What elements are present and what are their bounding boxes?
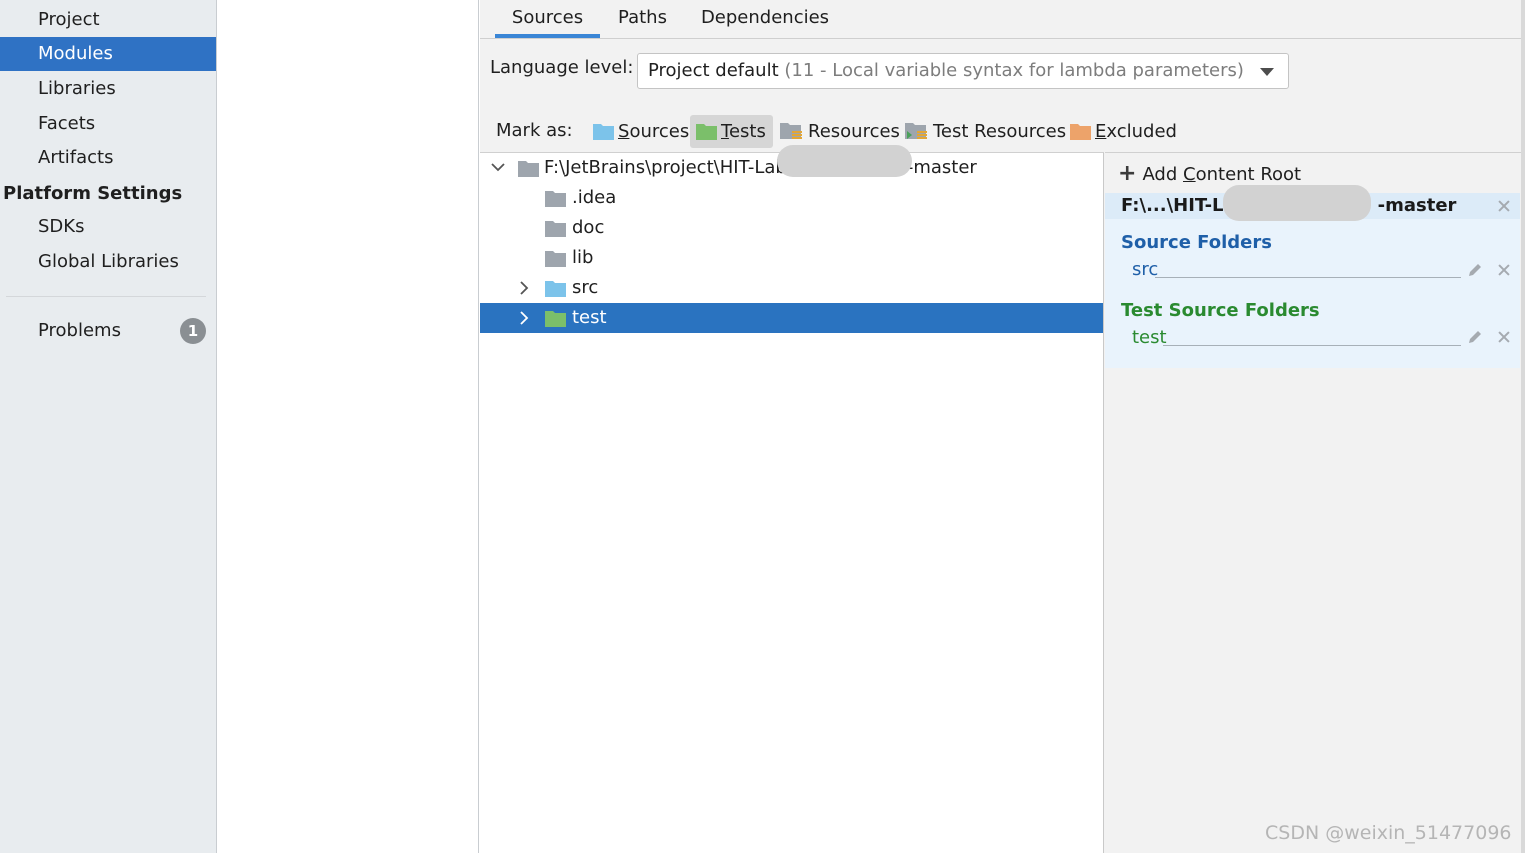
source-entry-underline: [1155, 277, 1461, 278]
mark-sources-mnemonic: S: [618, 121, 630, 142]
test-resource-folder-icon: [905, 123, 927, 139]
add-content-root-prefix: Add: [1142, 164, 1184, 185]
chevron-down-icon[interactable]: [490, 153, 506, 183]
test-folder-icon: [545, 311, 566, 327]
sidebar-divider: [6, 296, 206, 297]
content-root-panel: + Add Content Root F:\...\HIT-La -master S…: [1105, 152, 1523, 853]
test-source-folder-entry: test: [1132, 327, 1167, 348]
tree-root-path: F:\JetBrains\project\HIT-Lab -master: [544, 157, 977, 178]
chevron-down-icon: [1260, 68, 1274, 76]
sidebar-item-modules[interactable]: Modules: [0, 37, 216, 71]
remove-test-folder-icon[interactable]: [1497, 330, 1511, 344]
edit-pencil-icon[interactable]: [1466, 261, 1484, 279]
test-folder-icon: [696, 124, 717, 140]
mark-resources-label: Resources: [808, 121, 900, 142]
tree-row-root[interactable]: F:\JetBrains\project\HIT-Lab -master: [480, 145, 1103, 183]
tree-item-label: .idea: [572, 187, 617, 208]
language-level-value: Project default: [648, 60, 779, 81]
mark-test-resources-button[interactable]: Test Resources: [899, 115, 1066, 148]
module-tabs: Sources Paths Dependencies: [480, 0, 1525, 39]
sidebar-item-project[interactable]: Project: [0, 3, 216, 37]
content-root-card: F:\...\HIT-La -master Source Folders src …: [1105, 185, 1520, 368]
remove-content-root-icon[interactable]: [1497, 199, 1511, 213]
sidebar-item-global-libraries[interactable]: Global Libraries: [0, 245, 216, 279]
mark-excluded-label: xcluded: [1106, 121, 1177, 142]
source-folders-heading: Source Folders: [1121, 232, 1272, 253]
module-editor: Sources Paths Dependencies Language leve…: [480, 0, 1525, 853]
problems-count-badge: 1: [180, 318, 206, 344]
mark-excluded-button[interactable]: Excluded: [1064, 115, 1177, 148]
test-entry-underline: [1163, 345, 1461, 346]
tab-sources[interactable]: Sources: [495, 0, 600, 38]
test-source-folders-heading: Test Source Folders: [1121, 300, 1320, 321]
watermark: CSDN @weixin_51477096: [1265, 822, 1512, 844]
language-level-detail: (11 - Local variable syntax for lambda p…: [784, 60, 1244, 81]
tree-row-test[interactable]: test: [480, 303, 1103, 333]
mark-tests-button[interactable]: Tests: [690, 115, 773, 148]
source-folder-entry: src: [1132, 259, 1159, 280]
content-root-header: F:\...\HIT-La -master: [1105, 185, 1520, 221]
folder-icon: [518, 161, 539, 177]
mark-excluded-mnemonic: E: [1095, 121, 1107, 142]
chevron-right-icon[interactable]: [516, 303, 532, 333]
tree-row-src[interactable]: src: [480, 273, 1103, 303]
tree-item-label: doc: [572, 217, 605, 238]
module-list-panel[interactable]: [218, 0, 479, 853]
tab-dependencies[interactable]: Dependencies: [700, 0, 830, 38]
resource-folder-icon: [780, 123, 802, 139]
redaction-blur: [1223, 185, 1371, 221]
content-root-tree[interactable]: F:\JetBrains\project\HIT-Lab -master .ide…: [480, 145, 1104, 853]
mark-tests-label: ests: [728, 121, 766, 142]
excluded-folder-icon: [1070, 124, 1091, 140]
tree-item-label: src: [572, 277, 599, 298]
chevron-right-icon[interactable]: [516, 273, 532, 303]
window-edge: [1521, 0, 1525, 853]
tree-row-idea[interactable]: .idea: [480, 183, 1103, 213]
sidebar-item-sdks[interactable]: SDKs: [0, 210, 216, 244]
source-folder-icon: [545, 281, 566, 297]
remove-source-folder-icon[interactable]: [1497, 263, 1511, 277]
mark-tests-mnemonic: T: [721, 121, 729, 142]
tree-item-label: test: [572, 307, 607, 328]
add-content-root-mnemonic: C: [1183, 164, 1196, 185]
add-content-root-button[interactable]: + Add Content Root: [1118, 161, 1301, 187]
language-level-label: Language level:: [490, 57, 634, 78]
mark-as-label: Mark as:: [496, 120, 573, 141]
edit-pencil-icon[interactable]: [1466, 328, 1484, 346]
plus-icon: +: [1118, 161, 1137, 186]
mark-sources-button[interactable]: Sources: [587, 115, 689, 148]
platform-settings-heading: Platform Settings: [3, 183, 183, 204]
mark-test-resources-label: Test Resources: [933, 121, 1067, 142]
mark-resources-button[interactable]: Resources: [774, 115, 900, 148]
add-content-root-label: ontent Root: [1195, 164, 1302, 185]
language-level-select[interactable]: Project default (11 - Local variable syn…: [637, 53, 1289, 89]
redaction-blur: [777, 145, 912, 177]
tree-item-label: lib: [572, 247, 594, 268]
mark-sources-label: ources: [629, 121, 690, 142]
source-folder-icon: [593, 124, 614, 140]
sidebar-item-facets[interactable]: Facets: [0, 107, 216, 141]
folder-icon: [545, 251, 566, 267]
project-structure-sidebar: Project Modules Libraries Facets Artifac…: [0, 0, 217, 853]
sidebar-item-libraries[interactable]: Libraries: [0, 72, 216, 106]
tree-row-doc[interactable]: doc: [480, 213, 1103, 243]
folder-icon: [545, 191, 566, 207]
tree-row-lib[interactable]: lib: [480, 243, 1103, 273]
folder-icon: [545, 221, 566, 237]
sidebar-item-artifacts[interactable]: Artifacts: [0, 141, 216, 175]
tab-paths[interactable]: Paths: [615, 0, 670, 38]
